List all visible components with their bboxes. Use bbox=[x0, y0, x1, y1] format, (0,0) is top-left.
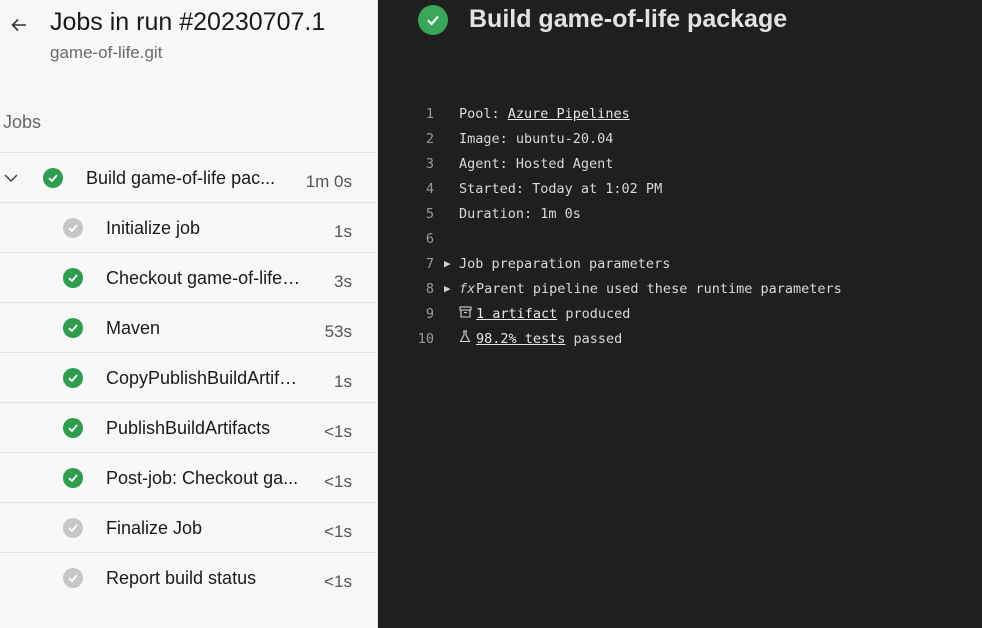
check-circle-icon bbox=[63, 568, 83, 588]
triangle-right-icon[interactable]: ▶ bbox=[444, 254, 451, 274]
line-number: 8 bbox=[425, 281, 434, 297]
log-text: Pool: Azure Pipelines bbox=[459, 104, 630, 124]
job-row-build[interactable]: Build game-of-life pac... 1m 0s bbox=[0, 152, 378, 202]
line-number: 4 bbox=[425, 181, 434, 197]
page-title: Jobs in run #20230707.1 bbox=[50, 8, 326, 36]
log-prefix: Pool: bbox=[459, 106, 508, 122]
log-line: 6 bbox=[378, 229, 982, 254]
step-label: Post-job: Checkout ga... bbox=[106, 468, 299, 488]
step-duration: <1s bbox=[324, 522, 352, 541]
line-number: 2 bbox=[425, 131, 434, 147]
line-number: 3 bbox=[425, 156, 434, 172]
step-duration: 3s bbox=[334, 272, 352, 291]
check-circle-icon bbox=[63, 368, 83, 388]
step-row-report-build-status[interactable]: Report build status <1s bbox=[0, 552, 378, 602]
log-line: 4 Started: Today at 1:02 PM bbox=[378, 179, 982, 204]
job-duration: 1m 0s bbox=[305, 172, 352, 191]
step-duration: <1s bbox=[324, 572, 352, 591]
log-line: 9 1 artifact produced bbox=[378, 304, 982, 329]
log-text: Duration: 1m 0s bbox=[459, 206, 581, 222]
line-number: 5 bbox=[425, 206, 434, 222]
job-label: Build game-of-life pac... bbox=[86, 168, 276, 188]
log-suffix: passed bbox=[565, 331, 623, 347]
line-number: 9 bbox=[425, 306, 434, 322]
artifact-link[interactable]: 1 artifact bbox=[476, 306, 557, 322]
repo-name: game-of-life.git bbox=[50, 43, 163, 62]
step-label: Report build status bbox=[106, 568, 257, 588]
check-circle-icon bbox=[63, 268, 83, 288]
step-duration: 1s bbox=[334, 222, 352, 241]
step-label: Checkout game-of-life.... bbox=[106, 268, 301, 288]
log-text-body: Parent pipeline used these runtime param… bbox=[476, 281, 842, 297]
function-icon: fx bbox=[459, 281, 476, 297]
archive-icon bbox=[459, 304, 476, 324]
line-number: 1 bbox=[425, 106, 434, 122]
step-label: Maven bbox=[106, 318, 161, 338]
log-text: Job preparation parameters bbox=[459, 256, 671, 272]
step-label: CopyPublishBuildArtifa... bbox=[106, 368, 301, 388]
tests-link[interactable]: 98.2% tests bbox=[476, 331, 565, 347]
check-circle-icon bbox=[63, 318, 83, 338]
back-button[interactable] bbox=[8, 14, 30, 36]
step-row-copy-publish[interactable]: CopyPublishBuildArtifa... 1s bbox=[0, 352, 378, 402]
log-line-expandable[interactable]: 7 ▶ Job preparation parameters bbox=[378, 254, 982, 279]
step-row-initialize-job[interactable]: Initialize job 1s bbox=[0, 202, 378, 252]
step-label: PublishBuildArtifacts bbox=[106, 418, 271, 438]
step-duration: <1s bbox=[324, 472, 352, 491]
pool-link[interactable]: Azure Pipelines bbox=[508, 106, 630, 122]
log-text: 1 artifact produced bbox=[459, 304, 630, 324]
log-line: 1 Pool: Azure Pipelines bbox=[378, 104, 982, 129]
check-circle-icon bbox=[63, 518, 83, 538]
check-circle-icon bbox=[63, 418, 83, 438]
line-number: 6 bbox=[425, 231, 434, 247]
jobs-panel: Jobs in run #20230707.1 game-of-life.git… bbox=[0, 0, 378, 628]
log-text: Image: ubuntu-20.04 bbox=[459, 131, 614, 147]
triangle-right-icon[interactable]: ▶ bbox=[444, 279, 451, 299]
log-text: fxParent pipeline used these runtime par… bbox=[459, 279, 842, 299]
job-log: 1 Pool: Azure Pipelines 2 Image: ubuntu-… bbox=[378, 104, 982, 354]
step-duration: 1s bbox=[334, 372, 352, 391]
step-row-checkout[interactable]: Checkout game-of-life.... 3s bbox=[0, 252, 378, 302]
check-circle-icon bbox=[43, 168, 63, 188]
step-duration: 53s bbox=[324, 322, 352, 341]
log-text: Started: Today at 1:02 PM bbox=[459, 181, 663, 197]
log-line: 3 Agent: Hosted Agent bbox=[378, 154, 982, 179]
line-number: 10 bbox=[417, 331, 434, 347]
step-duration: <1s bbox=[324, 422, 352, 441]
check-circle-icon bbox=[63, 218, 83, 238]
log-text: 98.2% tests passed bbox=[459, 329, 622, 349]
check-circle-icon bbox=[418, 5, 448, 35]
jobs-section-label: Jobs bbox=[3, 112, 42, 132]
flask-icon bbox=[459, 329, 476, 349]
job-detail-title: Build game-of-life package bbox=[469, 5, 788, 33]
step-row-post-job-checkout[interactable]: Post-job: Checkout ga... <1s bbox=[0, 452, 378, 502]
arrow-left-icon bbox=[11, 18, 26, 32]
step-label: Initialize job bbox=[106, 218, 201, 238]
line-number: 7 bbox=[425, 256, 434, 272]
log-suffix: produced bbox=[557, 306, 631, 322]
step-row-maven[interactable]: Maven 53s bbox=[0, 302, 378, 352]
log-line: 2 Image: ubuntu-20.04 bbox=[378, 129, 982, 154]
step-row-publish-artifacts[interactable]: PublishBuildArtifacts <1s bbox=[0, 402, 378, 452]
log-line: 5 Duration: 1m 0s bbox=[378, 204, 982, 229]
log-line-expandable[interactable]: 8 ▶ fxParent pipeline used these runtime… bbox=[378, 279, 982, 304]
step-row-finalize-job[interactable]: Finalize Job <1s bbox=[0, 502, 378, 552]
log-text: Agent: Hosted Agent bbox=[459, 156, 614, 172]
step-label: Finalize Job bbox=[106, 518, 203, 538]
job-list: Build game-of-life pac... 1m 0s Initiali… bbox=[0, 152, 378, 602]
check-circle-icon bbox=[63, 468, 83, 488]
chevron-down-icon[interactable] bbox=[2, 169, 20, 187]
log-line: 10 98.2% tests passed bbox=[378, 329, 982, 354]
job-detail-panel: Build game-of-life package 1 Pool: Azure… bbox=[378, 0, 982, 628]
